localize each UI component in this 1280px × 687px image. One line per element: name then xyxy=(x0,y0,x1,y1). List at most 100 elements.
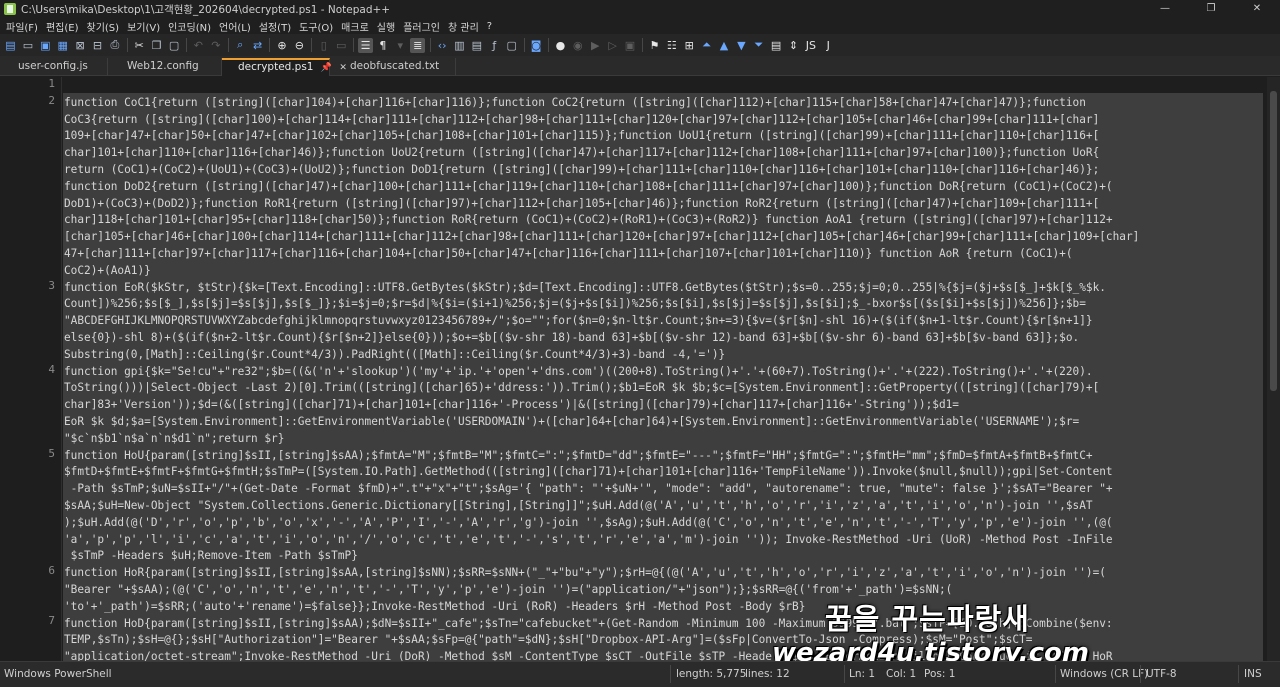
code-line[interactable]: "Bearer "+$sAA);(@('C','o','n','t','e','… xyxy=(64,582,1262,599)
menu-help[interactable]: ? xyxy=(483,21,496,32)
menu-run[interactable]: 실행 xyxy=(373,19,399,34)
stop-macro-icon[interactable]: ◉ xyxy=(570,38,585,53)
show-all-characters-icon[interactable]: ¶ xyxy=(375,38,390,53)
menu-file[interactable]: 파일(F) xyxy=(2,19,42,34)
save-all-icon[interactable]: ▦ xyxy=(55,38,70,53)
close-all-icon[interactable]: ⊟ xyxy=(90,38,105,53)
code-line[interactable]: 'a','p','p','l','i','c','a','t','i','o',… xyxy=(64,532,1262,549)
code-line[interactable]: -Path $sTmP;$uN=$sII+"/"+(Get-Date -Form… xyxy=(64,481,1262,498)
redo-icon[interactable]: ↷ xyxy=(208,38,223,53)
code-line[interactable]: ToString()))|Select-Object -Last 2)[0].T… xyxy=(64,380,1262,397)
maximize-button[interactable]: ❐ xyxy=(1188,0,1234,18)
cut-icon[interactable]: ✂ xyxy=(132,38,147,53)
bookmark-list-icon[interactable]: ☷ xyxy=(664,38,679,53)
bookmark-toggle-icon[interactable]: ⚑ xyxy=(647,38,662,53)
sync-vertical-icon[interactable]: ▯ xyxy=(316,38,331,53)
code-line[interactable]: EoR $k $d;$a=[System.Environment]::GetEn… xyxy=(64,414,1262,431)
code-line[interactable]: DoD1)+(CoC3)+(DoD2)};function RoR1{retur… xyxy=(64,196,1262,213)
record-macro-icon[interactable]: ● xyxy=(553,38,568,53)
menu-window[interactable]: 창 관리 xyxy=(444,19,483,34)
dropdown-arrow-icon[interactable]: ▾ xyxy=(393,38,408,53)
save-icon[interactable]: ▣ xyxy=(38,38,53,53)
code-line[interactable]: [char]105+[char]46+[char]100+[char]114+[… xyxy=(64,229,1262,246)
code-line[interactable]: CoC3{return ([string]([char]100)+[char]1… xyxy=(64,112,1262,129)
code-line[interactable]: $sTmP -Headers $uH;Remove-Item -Path $sT… xyxy=(64,548,1262,565)
status-eol[interactable]: Windows (CR LF) xyxy=(1060,668,1148,680)
document-list-icon[interactable]: ▤ xyxy=(469,38,484,53)
document-map-icon[interactable]: ▥ xyxy=(452,38,467,53)
minimize-button[interactable]: — xyxy=(1142,0,1188,18)
close-file-icon[interactable]: ⊠ xyxy=(73,38,88,53)
code-area[interactable]: function CoC1{return ([string]([char]104… xyxy=(63,77,1267,661)
copy-icon[interactable]: ❐ xyxy=(149,38,164,53)
code-line[interactable]: "ABCDEFGHIJKLMNOPQRSTUVWXYZabcdefghijklm… xyxy=(64,313,1262,330)
indent-guide-icon[interactable]: ≣ xyxy=(410,37,426,53)
js-format-icon[interactable]: JS xyxy=(803,38,818,53)
code-line[interactable]: return (CoC1)+(CoC2)+(UoU1)+(CoC3)+(UoU2… xyxy=(64,162,1262,179)
menu-settings[interactable]: 설정(T) xyxy=(255,19,295,34)
code-line[interactable]: function EoR($kStr, $tStr){$k=[Text.Enco… xyxy=(64,280,1262,297)
new-file-icon[interactable]: ▤ xyxy=(3,38,18,53)
vertical-scrollbar[interactable] xyxy=(1267,77,1280,661)
word-wrap-icon[interactable]: ☰ xyxy=(358,37,374,53)
code-line[interactable]: 'to'+'_path')=$sRR;('auto'+'rename')=$fa… xyxy=(64,599,1262,616)
menu-macro[interactable]: 매크로 xyxy=(337,19,373,34)
print-icon[interactable]: ⎙ xyxy=(107,38,122,53)
code-line[interactable]: char]118+[char]101+[char]95+[char]118+[c… xyxy=(64,212,1262,229)
sync-horizontal-icon[interactable]: ▭ xyxy=(334,38,349,53)
undo-icon[interactable]: ↶ xyxy=(191,38,206,53)
folder-as-workspace-icon[interactable]: ▢ xyxy=(504,38,519,53)
menu-edit[interactable]: 편집(E) xyxy=(42,19,83,34)
status-insert-mode[interactable]: INS xyxy=(1244,668,1262,680)
tab-user-config[interactable]: user-config.js xyxy=(0,58,108,76)
code-line[interactable]: char]83+'Version'));$d=(&([string]([char… xyxy=(64,397,1262,414)
play-macro-multiple-icon[interactable]: ▷ xyxy=(605,38,620,53)
menu-plugins[interactable]: 플러그인 xyxy=(399,19,444,34)
code-line[interactable]: function CoC1{return ([string]([char]104… xyxy=(64,95,1262,112)
menu-tools[interactable]: 도구(O) xyxy=(295,19,337,34)
replace-icon[interactable]: ⇄ xyxy=(250,38,265,53)
tab-deobfuscated-txt[interactable]: deobfuscated.txt xyxy=(330,58,456,76)
scrollbar-thumb[interactable] xyxy=(1270,91,1277,391)
status-encoding[interactable]: UTF-8 xyxy=(1146,668,1177,680)
code-line[interactable]: 47+[char]111+[char]97+[char]117+[char]11… xyxy=(64,246,1262,263)
open-file-icon[interactable]: ▭ xyxy=(20,38,35,53)
editor[interactable]: 1 2 3 4 5 6 7 function CoC1{return ([str… xyxy=(0,77,1280,661)
compare-icon[interactable]: ⊞ xyxy=(682,38,697,53)
save-macro-icon[interactable]: ▣ xyxy=(623,38,638,53)
zoom-out-icon[interactable]: ⊖ xyxy=(292,38,307,53)
arrow-up-icon[interactable]: ▲ xyxy=(716,38,731,53)
code-line[interactable]: $sAA;$uH=New-Object "System.Collections.… xyxy=(64,498,1262,515)
tab-web12-config[interactable]: Web12.config xyxy=(108,58,222,76)
zoom-in-icon[interactable]: ⊕ xyxy=(274,38,289,53)
code-line[interactable]: Count])%256;$s[$_],$s[$j]=$s[$j],$s[$_]}… xyxy=(64,296,1262,313)
code-line[interactable]: function HoD{param([string]$sII,[string]… xyxy=(64,616,1262,633)
code-line[interactable]: "$c`n$b1`n$a`n`n$d1`n";return $r} xyxy=(64,431,1262,448)
code-line[interactable]: $fmtD+$fmtE+$fmtF+$fmtG+$fmtH;$sTmP=([Sy… xyxy=(64,464,1262,481)
menu-view[interactable]: 보기(V) xyxy=(123,19,164,34)
menu-encoding[interactable]: 인코딩(N) xyxy=(164,19,215,34)
code-line[interactable]: function DoD2{return ([string]([char]47)… xyxy=(64,179,1262,196)
arrow-last-icon[interactable]: ⏷ xyxy=(751,38,766,53)
jstool-icon[interactable]: J xyxy=(821,38,836,53)
code-line[interactable]: function HoR{param([string]$sII,[string]… xyxy=(64,565,1262,582)
arrow-first-icon[interactable]: ⏶ xyxy=(699,38,714,53)
close-window-button[interactable]: ✕ xyxy=(1234,0,1280,18)
monitoring-icon[interactable]: ◙ xyxy=(529,38,544,53)
code-line[interactable]: );$uH.Add(@('D','r','o','p','b','o','x',… xyxy=(64,515,1262,532)
play-macro-icon[interactable]: ▶ xyxy=(588,38,603,53)
sync-scroll-icon[interactable]: ⇕ xyxy=(786,38,801,53)
code-line[interactable]: char]101+[char]110+[char]116+[char]46)};… xyxy=(64,145,1262,162)
user-defined-language-icon[interactable]: ‹› xyxy=(435,38,450,53)
paste-icon[interactable]: ▢ xyxy=(167,38,182,53)
code-line[interactable]: CoC2)+(AoA1)} xyxy=(64,263,1262,280)
find-icon[interactable]: ⌕ xyxy=(233,38,248,53)
tab-decrypted-ps1[interactable]: decrypted.ps1 📌 ✕ xyxy=(222,58,347,76)
function-list-icon[interactable]: ƒ xyxy=(487,38,502,53)
code-line[interactable]: else{0})-shl 8)+($(if($n+2-lt$r.Count){$… xyxy=(64,330,1262,347)
menu-search[interactable]: 찾기(S) xyxy=(83,19,124,34)
menu-language[interactable]: 언어(L) xyxy=(215,19,255,34)
code-line[interactable]: function HoU{param([string]$sII,[string]… xyxy=(64,448,1262,465)
arrow-down-icon[interactable]: ▼ xyxy=(734,38,749,53)
code-line[interactable]: Substring(0,[Math]::Ceiling($r.Count*4/3… xyxy=(64,347,1262,364)
